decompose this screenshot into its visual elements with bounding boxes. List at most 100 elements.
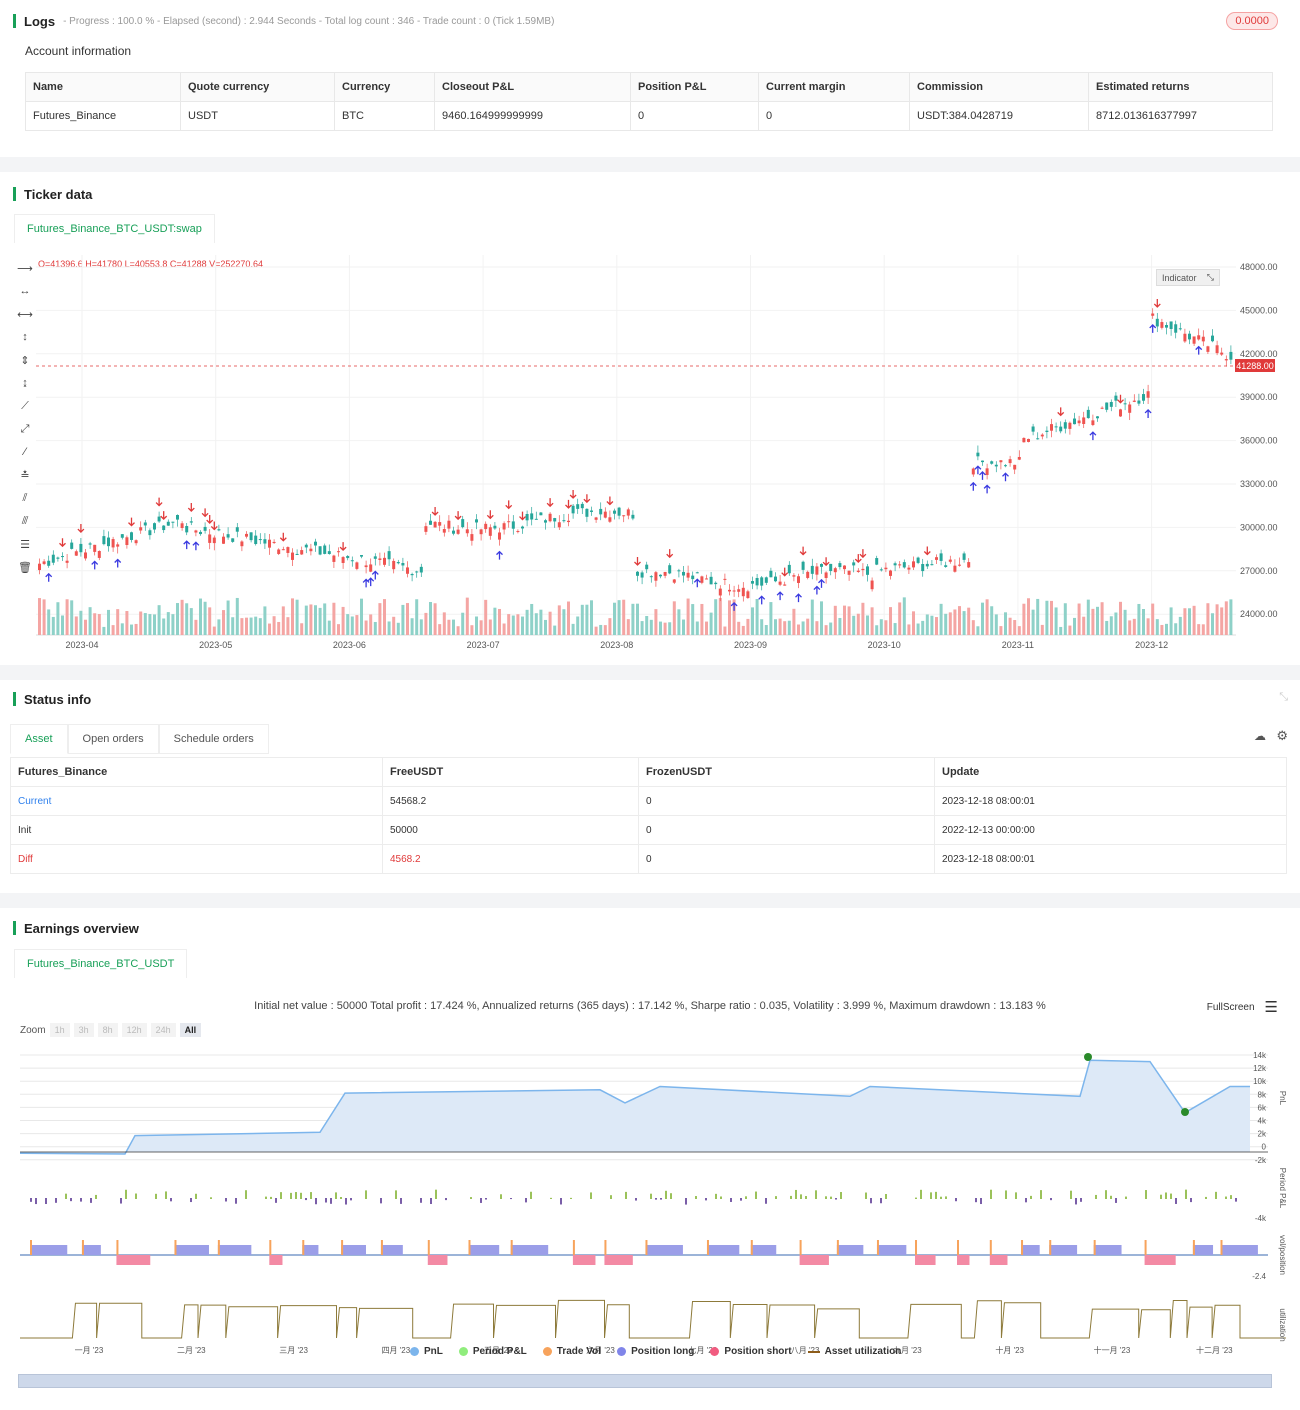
zoom-24h[interactable]: 24h — [150, 1023, 176, 1037]
candle-body — [1068, 422, 1072, 429]
volume-bar — [498, 608, 501, 635]
tab-open-orders[interactable]: Open orders — [67, 724, 159, 754]
candle-body — [452, 530, 455, 534]
legend-long[interactable]: Position long — [617, 1346, 694, 1357]
trade-arrow — [77, 524, 85, 533]
zoom-3h[interactable]: 3h — [73, 1023, 94, 1037]
ticker-tab[interactable]: Futures_Binance_BTC_USDT:swap — [14, 214, 215, 243]
earnings-tab[interactable]: Futures_Binance_BTC_USDT — [14, 949, 188, 978]
legend-vol[interactable]: Trade Vol — [542, 1346, 601, 1357]
y-tick-label: 42000.00 — [1240, 349, 1278, 359]
zoom-1h[interactable]: 1h — [49, 1023, 70, 1037]
volume-bar — [130, 624, 133, 635]
candle-body — [944, 565, 948, 567]
volume-bar — [79, 610, 83, 635]
col-closeout: Closeout P&L — [434, 72, 631, 102]
zoom-all[interactable]: All — [179, 1023, 202, 1037]
volume-bar — [801, 621, 805, 635]
volume-bar — [553, 625, 557, 635]
trade-arrow — [206, 515, 214, 524]
period-bar — [400, 1198, 402, 1204]
period-bar — [590, 1192, 592, 1199]
legend-util[interactable]: Asset utilization — [807, 1346, 901, 1357]
gear-icon[interactable]: ⚙ — [1276, 728, 1288, 744]
trade-arrow — [979, 470, 986, 480]
period-bar — [135, 1193, 137, 1199]
candle-body — [764, 577, 768, 583]
volume-bar — [337, 624, 340, 635]
candle-body — [107, 537, 110, 547]
trade-arrow — [1144, 409, 1152, 418]
volume-bar — [741, 625, 745, 635]
volume-bar — [470, 625, 474, 635]
candle-body — [580, 503, 584, 509]
volume-bar — [521, 616, 524, 635]
volume-bar — [1013, 620, 1017, 635]
col-frozen: FrozenUSDT — [638, 757, 935, 787]
volume-bar — [507, 614, 511, 635]
candle-body — [737, 589, 741, 592]
expand-icon: ⤡ — [1206, 272, 1214, 282]
period-bar — [1030, 1195, 1032, 1199]
volume-bar — [1165, 623, 1168, 635]
menu-icon[interactable]: ☰ — [1265, 998, 1278, 1016]
volume-bar — [1068, 625, 1072, 635]
candle-body — [1178, 328, 1182, 330]
volume-bar — [429, 602, 432, 635]
kline-chart[interactable]: 41288.00 48000.00 45000.00 42000.00 39000.0… — [0, 250, 1300, 670]
volume-bar — [585, 604, 589, 635]
volume-bar — [838, 617, 842, 635]
candle-body — [930, 564, 934, 566]
candle-body — [631, 514, 635, 519]
fullscreen-control[interactable]: FullScreen ☰ — [1207, 998, 1278, 1016]
asset-table: Futures_Binance FreeUSDT FrozenUSDT Upda… — [10, 757, 1287, 874]
volume-bar — [709, 612, 713, 635]
x-tick-label: 2023-08 — [600, 640, 633, 650]
range-navigator[interactable] — [18, 1374, 1272, 1388]
earnings-chart[interactable]: 14k 12k 10k 8k 6k 4k 2k 0 -2k PnL Period P&L vol/po… — [0, 1040, 1300, 1360]
candle-body — [341, 557, 345, 563]
legend-period[interactable]: Period P&L — [458, 1346, 527, 1357]
volume-bar — [912, 611, 915, 635]
cell: 2022-12-13 00:00:00 — [934, 815, 1287, 845]
period-bar — [55, 1198, 57, 1203]
axis-title: Period P&L — [1278, 1168, 1287, 1209]
y-tick-label: 12k — [1253, 1064, 1267, 1073]
period-bar — [940, 1196, 942, 1199]
logs-badge[interactable]: 0.0000 — [1226, 12, 1278, 30]
legend-short[interactable]: Position short — [710, 1346, 792, 1357]
period-bar — [235, 1198, 237, 1204]
tab-schedule-orders[interactable]: Schedule orders — [158, 724, 269, 754]
indicator-button[interactable]: Indicator ⤡ — [1156, 269, 1220, 286]
candle-body — [424, 526, 428, 532]
cloud-download-icon[interactable]: ☁ — [1254, 729, 1266, 743]
zoom-12h[interactable]: 12h — [121, 1023, 147, 1037]
volume-bar — [286, 617, 290, 635]
zoom-8h[interactable]: 8h — [97, 1023, 118, 1037]
volume-bar — [889, 607, 892, 635]
volume-bar — [654, 609, 658, 635]
table-row: Diff 4568.2 0 2023-12-18 08:00:01 — [10, 844, 1287, 874]
trade-vol-bar — [217, 1240, 220, 1255]
volume-bar — [935, 617, 938, 635]
candle-body — [1008, 459, 1012, 464]
candle-body — [488, 527, 492, 536]
legend-pnl[interactable]: PnL — [410, 1346, 443, 1357]
volume-bar — [640, 621, 644, 635]
period-bar — [790, 1195, 792, 1199]
cell: 8712.013616377997 — [1088, 101, 1273, 131]
y-tick-label: 39000.00 — [1240, 392, 1278, 402]
candle-body — [990, 461, 994, 464]
cell: USDT:384.0428719 — [909, 101, 1089, 131]
trade-arrow — [1089, 431, 1097, 441]
volume-bar — [392, 616, 396, 635]
collapse-icon[interactable]: ⤡ — [1279, 691, 1288, 704]
candle-body — [603, 511, 607, 518]
period-bar — [190, 1198, 192, 1203]
candle-body — [856, 570, 860, 572]
candle-body — [475, 519, 478, 523]
volume-bar — [622, 599, 626, 635]
tab-asset[interactable]: Asset — [10, 724, 68, 754]
volume-bar — [1151, 603, 1155, 635]
period-bar — [90, 1198, 92, 1203]
